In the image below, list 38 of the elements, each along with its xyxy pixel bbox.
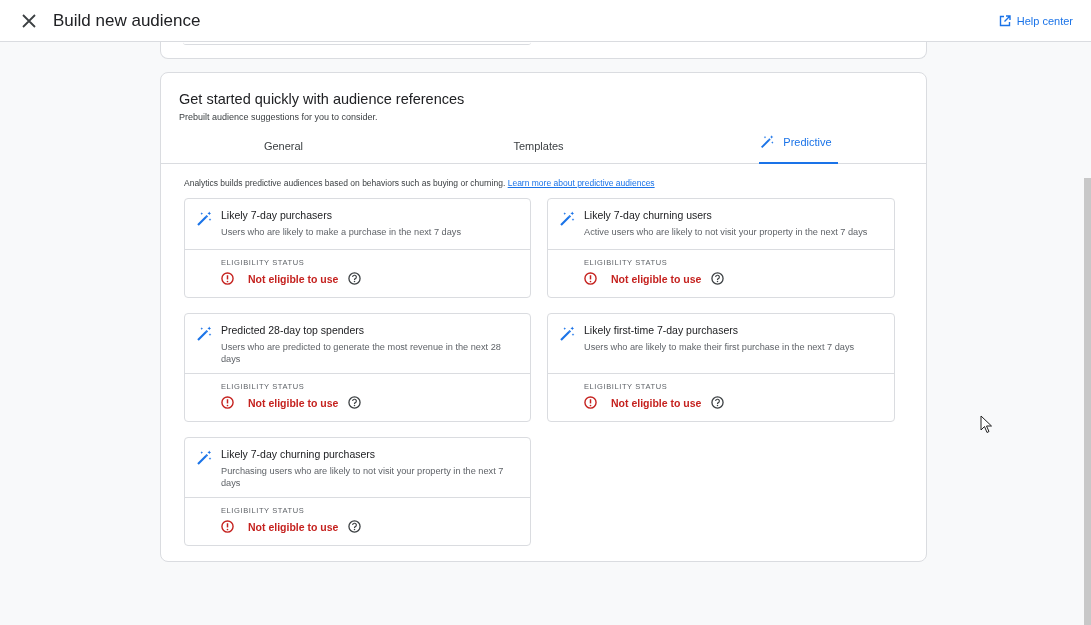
section-subtitle: Prebuilt audience suggestions for you to consider. <box>179 112 379 122</box>
audience-title: Likely 7-day churning users <box>584 209 713 221</box>
page-title: Build new audience <box>53 10 201 31</box>
audience-title: Likely first-time 7-day purchasers <box>584 324 740 336</box>
scrollbar-thumb[interactable] <box>1084 178 1091 625</box>
magic-wand-icon <box>558 325 576 343</box>
status-text: Not eligible to use <box>611 396 702 409</box>
audience-description: Active users who are likely to not visit your property in the next 7 days <box>584 226 868 238</box>
external-link-icon <box>998 14 1011 27</box>
help-icon[interactable] <box>711 396 725 409</box>
section-title: Get started quickly with audience references <box>179 91 466 107</box>
audience-title: Likely 7-day churning purchasers <box>221 448 377 460</box>
tab[interactable]: General <box>161 130 416 163</box>
cursor-icon <box>980 415 993 434</box>
close-icon[interactable] <box>22 13 36 28</box>
status-text: Not eligible to use <box>248 396 339 409</box>
help-icon[interactable] <box>348 520 362 533</box>
audience-description: Users who are predicted to generate the most revenue in the next 28 days <box>221 341 502 365</box>
magic-wand-icon <box>195 449 213 467</box>
audience-description: Purchasing users who are likely to not visit your property in the next 7 days <box>221 465 505 489</box>
magic-wand-icon <box>195 325 213 343</box>
magic-wand-icon <box>558 210 576 228</box>
help-icon[interactable] <box>711 272 725 285</box>
tab[interactable]: Templates <box>416 130 671 163</box>
learn-more-link[interactable]: Learn more about predictive audiences <box>507 178 655 188</box>
magic-wand-icon <box>195 210 213 228</box>
status-text: Not eligible to use <box>248 520 339 533</box>
audience-title: Likely 7-day purchasers <box>221 209 333 221</box>
tab[interactable]: Predictive <box>671 130 926 163</box>
status-text: Not eligible to use <box>611 272 702 285</box>
audience-description: Users who are likely to make their first purchase in the next 7 days <box>584 341 855 353</box>
audience-title: Predicted 28-day top spenders <box>221 324 365 336</box>
help-center-link[interactable]: Help center <box>998 14 1073 27</box>
audience-description: Users who are likely to make a purchase in the next 7 days <box>221 226 461 238</box>
help-icon[interactable] <box>348 272 362 285</box>
help-icon[interactable] <box>348 396 362 409</box>
status-text: Not eligible to use <box>248 272 339 285</box>
intro-text: Analytics builds predictive audiences based on behaviors such as buying or churning. Learn more about predictive audiences <box>184 178 656 188</box>
